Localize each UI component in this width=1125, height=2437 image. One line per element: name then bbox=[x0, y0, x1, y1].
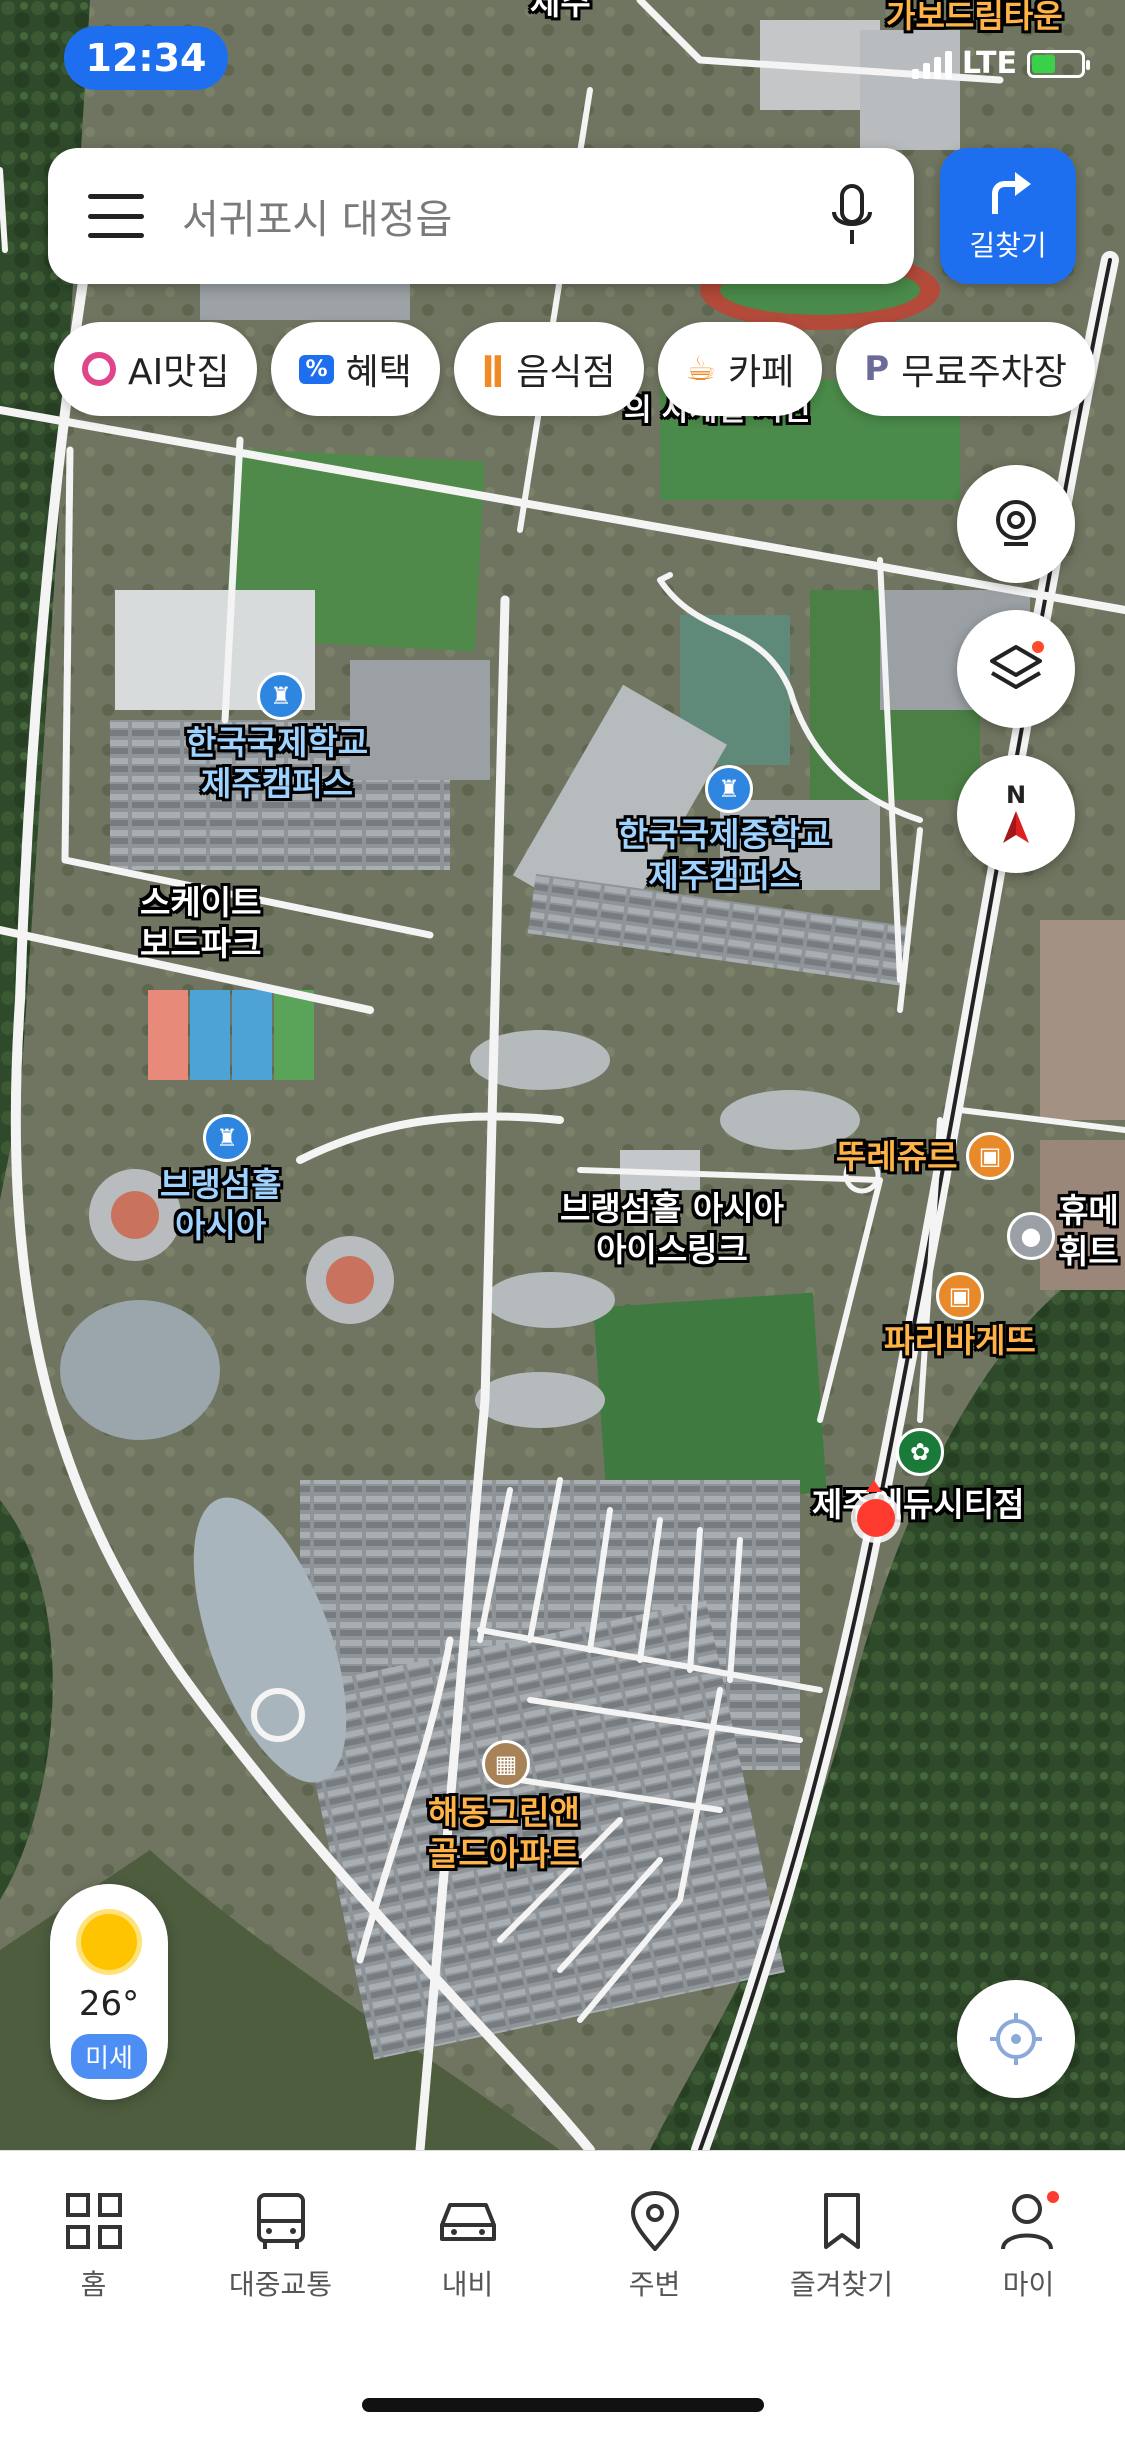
map-label-kis-middle: 한국국제중학교 제주캠퍼스 bbox=[618, 815, 831, 896]
chip-label: 혜택 bbox=[345, 352, 412, 393]
signal-icon bbox=[911, 49, 952, 79]
cctv-icon bbox=[996, 500, 1036, 546]
discount-icon: % bbox=[299, 354, 334, 384]
sun-icon bbox=[81, 1914, 137, 1970]
nav-label: 즐겨찾기 bbox=[789, 2268, 894, 2301]
map-label-top: 제주 bbox=[530, 0, 591, 22]
status-time: 12:34 bbox=[64, 26, 228, 90]
layers-icon bbox=[990, 641, 1044, 689]
turn-right-arrow-icon bbox=[992, 172, 1031, 214]
person-icon bbox=[1000, 2191, 1059, 2250]
place-icon[interactable]: ● bbox=[1007, 1212, 1055, 1260]
map-label-right-edge: 휴메 휘트 bbox=[1058, 1191, 1119, 1272]
chip-ai-restaurants[interactable]: AI맛집 bbox=[54, 322, 258, 416]
school-icon[interactable]: ♜ bbox=[705, 765, 753, 813]
map-label-branksome: 브랭섬홀 아시아 bbox=[160, 1165, 282, 1246]
home-indicator bbox=[362, 2398, 764, 2412]
ai-ring-icon bbox=[82, 352, 116, 386]
location-pin-icon bbox=[630, 2191, 679, 2251]
bakery-icon[interactable]: ▣ bbox=[936, 1272, 984, 1320]
layers-button[interactable] bbox=[957, 610, 1075, 728]
category-chips: AI맛집 % 혜택 ǁ 음식점 ☕ 카페 P 무료주차장 bbox=[54, 322, 1095, 416]
bottom-navigation: 홈 대중교통 내비 주변 즐겨찾기 마이 bbox=[0, 2150, 1125, 2437]
menu-icon[interactable] bbox=[88, 194, 144, 238]
cctv-button[interactable] bbox=[957, 465, 1075, 583]
map-label-gabo-dream-town: 가보드림타운 bbox=[886, 0, 1063, 35]
chip-free-parking[interactable]: P 무료주차장 bbox=[836, 322, 1095, 416]
map-label-kis-jeju: 한국국제학교 제주캠퍼스 bbox=[186, 723, 369, 804]
map-label-ice-rink: 브랭섬홀 아시아 아이스링크 bbox=[560, 1189, 785, 1270]
temperature: 26° bbox=[78, 1984, 140, 2024]
nav-nearby[interactable]: 주변 bbox=[561, 2191, 748, 2303]
directions-label: 길찾기 bbox=[969, 229, 1047, 262]
nav-label: 홈 bbox=[80, 2268, 107, 2301]
nav-favorites[interactable]: 즐겨찾기 bbox=[748, 2191, 935, 2303]
starbucks-icon[interactable]: ✿ bbox=[896, 1428, 944, 1476]
map-label-skate-park: 스케이트 보드파크 bbox=[140, 883, 262, 964]
bakery-icon[interactable]: ▣ bbox=[966, 1132, 1014, 1180]
school-icon[interactable]: ♜ bbox=[257, 672, 305, 720]
car-icon bbox=[439, 2203, 496, 2241]
my-location-button[interactable] bbox=[957, 1980, 1075, 2098]
directions-button[interactable]: 길찾기 bbox=[940, 148, 1076, 284]
nav-label: 대중교통 bbox=[228, 2268, 333, 2301]
apartment-icon[interactable]: ▦ bbox=[482, 1740, 530, 1788]
school-icon[interactable]: ♜ bbox=[203, 1114, 251, 1162]
chip-restaurants[interactable]: ǁ 음식점 bbox=[453, 322, 644, 416]
nav-label: 마이 bbox=[1002, 2268, 1055, 2301]
nav-label: 주변 bbox=[628, 2268, 681, 2301]
bus-icon bbox=[256, 2193, 305, 2249]
chip-label: 음식점 bbox=[516, 352, 616, 393]
nav-navigation[interactable]: 내비 bbox=[374, 2191, 561, 2303]
compass-button[interactable]: N bbox=[957, 755, 1075, 873]
status-indicators: LTE bbox=[911, 46, 1090, 81]
restaurant-icon: ǁ bbox=[481, 349, 505, 389]
nav-label: 내비 bbox=[441, 2268, 494, 2301]
chip-label: 무료주차장 bbox=[901, 352, 1067, 393]
network-label: LTE bbox=[961, 46, 1017, 81]
nav-my[interactable]: 마이 bbox=[935, 2191, 1122, 2303]
search-bar[interactable]: 서귀포시 대정읍 bbox=[48, 148, 914, 284]
svg-text:N: N bbox=[1006, 781, 1026, 809]
weather-widget[interactable]: 26° 미세 bbox=[50, 1884, 168, 2100]
chip-label: AI맛집 bbox=[128, 352, 230, 393]
home-grid-icon bbox=[65, 2193, 122, 2249]
bookmark-icon bbox=[823, 2193, 860, 2249]
map-label-tous-les-jours: 뚜레쥬르 bbox=[836, 1137, 958, 1176]
map-label-paris-baguette: 파리바게뜨 bbox=[884, 1321, 1036, 1360]
chip-label: 카페 bbox=[728, 352, 795, 393]
fine-dust-badge: 미세 bbox=[71, 2034, 147, 2079]
map-label-green-gold: 해동그린앤 골드아파트 bbox=[428, 1793, 580, 1874]
microphone-icon[interactable] bbox=[830, 184, 874, 248]
nav-transit[interactable]: 대중교통 bbox=[187, 2191, 374, 2303]
chip-cafe[interactable]: ☕ 카페 bbox=[657, 322, 823, 416]
parking-icon: P bbox=[864, 349, 890, 389]
crosshair-icon bbox=[990, 2013, 1042, 2065]
chip-benefits[interactable]: % 혜택 bbox=[271, 322, 440, 416]
compass-icon: N bbox=[1003, 781, 1029, 843]
battery-icon bbox=[1027, 49, 1090, 78]
current-location-marker bbox=[851, 1480, 901, 1543]
search-input[interactable]: 서귀포시 대정읍 bbox=[182, 187, 830, 245]
coffee-cup-icon: ☕ bbox=[685, 349, 717, 389]
nav-home[interactable]: 홈 bbox=[0, 2191, 187, 2303]
